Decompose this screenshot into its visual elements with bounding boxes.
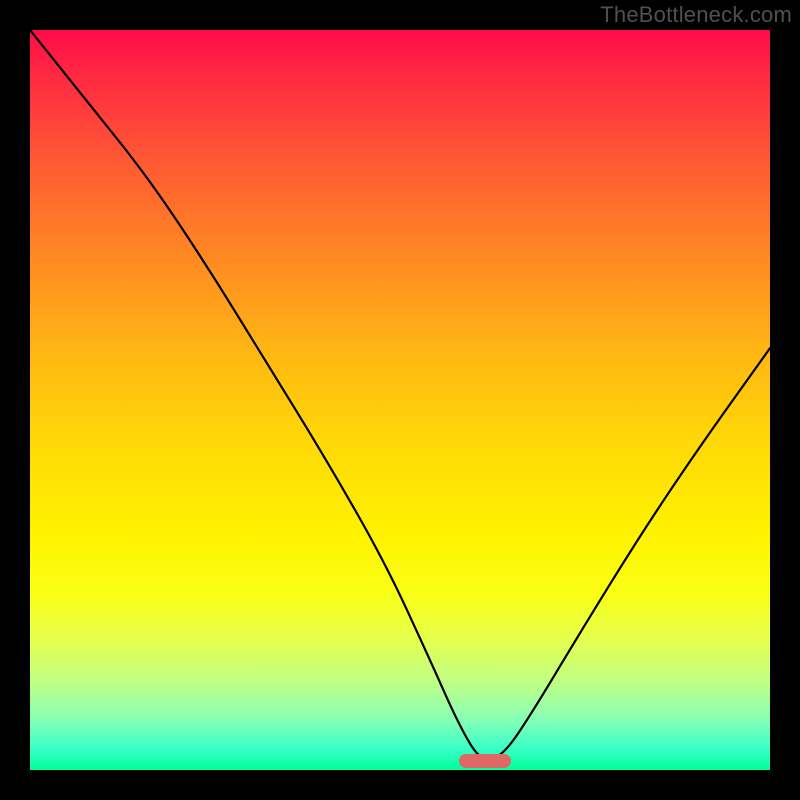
- optimal-range-marker: [459, 754, 511, 768]
- bottleneck-curve: [30, 30, 770, 760]
- chart-frame: TheBottleneck.com: [0, 0, 800, 800]
- plot-area: [30, 30, 770, 770]
- bottleneck-curve-svg: [30, 30, 770, 770]
- watermark-text: TheBottleneck.com: [600, 2, 792, 28]
